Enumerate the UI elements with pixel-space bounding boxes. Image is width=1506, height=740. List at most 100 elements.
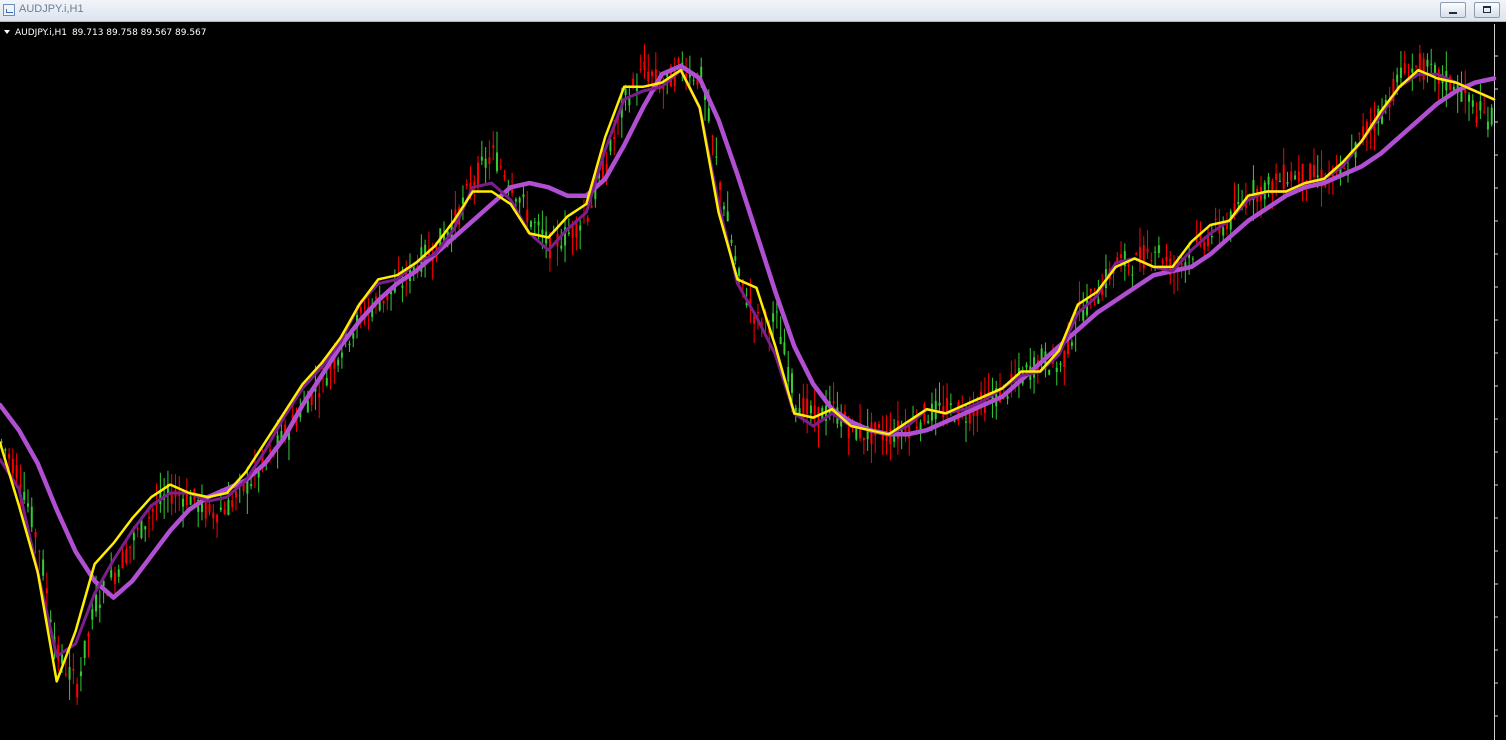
candle-body-bear: [223, 509, 226, 515]
candle-body-bull: [1059, 363, 1062, 365]
candle-body-bull: [461, 197, 464, 204]
candle-body-bull: [1267, 176, 1270, 185]
candle-body-bear: [170, 494, 173, 504]
candle-body-bull: [953, 420, 956, 422]
candle-body-bear: [1142, 245, 1145, 269]
candle-body-bear: [1312, 164, 1315, 177]
candle-body-bear: [216, 514, 219, 523]
restore-button[interactable]: [1474, 2, 1500, 18]
candle-body-bull: [1097, 298, 1100, 304]
candle-body-bull: [1316, 175, 1319, 178]
candle-body-bull: [1222, 227, 1225, 236]
candle-body-bear: [212, 512, 215, 519]
symbol-label: AUDJPY.i,H1: [15, 28, 67, 38]
candle-body-bull: [348, 343, 351, 346]
candle-body-bear: [382, 300, 385, 304]
candle-body-bear: [8, 453, 11, 459]
candle-body-bull: [91, 609, 94, 620]
candle-body-bear: [613, 136, 616, 140]
candle-body-bear: [359, 307, 362, 313]
candle-body-bear: [632, 78, 635, 86]
chart-area[interactable]: [0, 24, 1506, 740]
candle-body-bear: [590, 204, 593, 209]
candle-body-bull: [518, 197, 521, 203]
candle-body-bear: [1093, 304, 1096, 306]
candle-body-bull: [1210, 236, 1213, 238]
candle-body-bull: [730, 239, 733, 243]
ma-line-yellow: [0, 68, 1496, 683]
candle-body-bull: [715, 156, 718, 158]
candle-body-bull: [533, 221, 536, 223]
candle-body-bull: [514, 199, 517, 202]
candle-body-bull: [949, 403, 952, 406]
candle-body-bear: [235, 491, 238, 498]
candle-body-bull: [560, 245, 563, 249]
candle-body-bull: [1055, 367, 1058, 373]
candle-body-bull: [775, 311, 778, 313]
candle-body-bear: [121, 551, 124, 569]
candle-body-bear: [129, 546, 132, 548]
candle-body-bull: [340, 352, 343, 358]
candle-body-bull: [1154, 251, 1157, 253]
candle-body-bear: [231, 500, 234, 507]
candle-body-bear: [503, 174, 506, 178]
candle-body-bear: [756, 311, 759, 314]
candle-body-bear: [64, 673, 67, 675]
candle-body-bull: [1191, 258, 1194, 260]
candle-body-bull: [26, 503, 29, 507]
candle-body-bear: [1275, 173, 1278, 180]
candle-body-bull: [1468, 94, 1471, 102]
candle-body-bear: [1127, 264, 1130, 267]
candle-body-bear: [1309, 163, 1312, 180]
candle-body-bull: [722, 206, 725, 210]
candle-body-bull: [537, 221, 540, 226]
candle-body-bull: [734, 256, 737, 261]
candle-body-bull: [1396, 74, 1399, 83]
candle-body-bear: [499, 166, 502, 168]
candle-body-bull: [1426, 59, 1429, 67]
candle-body-bull: [783, 342, 786, 355]
candle-body-bull: [227, 499, 230, 515]
ohlc-values: 89.713 89.758 89.567 89.567: [71, 28, 207, 38]
candle-body-bull: [692, 79, 695, 81]
candle-body-bull: [1433, 64, 1436, 74]
candle-body-bear: [1343, 167, 1346, 170]
dropdown-triangle-icon[interactable]: [4, 30, 10, 34]
candle-body-bull: [1471, 100, 1474, 107]
candle-body-bear: [1161, 260, 1164, 264]
candle-body-bull: [707, 108, 710, 121]
candle-body-bear: [11, 458, 14, 474]
candle-body-bear: [148, 517, 151, 519]
price-chart[interactable]: [0, 24, 1506, 740]
candle-body-bear: [711, 135, 714, 137]
candle-body-bear: [113, 572, 116, 584]
candle-body-bull: [189, 496, 192, 505]
candle-body-bull: [30, 506, 33, 528]
candle-body-bull: [1006, 396, 1009, 399]
candle-body-bull: [495, 152, 498, 172]
candle-body-bull: [182, 498, 185, 507]
candle-body-bull: [1237, 201, 1240, 205]
price-scale: [1494, 24, 1506, 740]
minimize-button[interactable]: [1440, 2, 1466, 18]
window-title: AUDJPY.i,H1: [19, 3, 84, 15]
candle-body-bull: [787, 367, 790, 382]
candle-body-bear: [87, 633, 90, 637]
candle-body-bull: [964, 421, 967, 423]
chart-window-icon: [3, 4, 15, 16]
candle-body-bull: [855, 428, 858, 440]
candle-body-bear: [1146, 248, 1149, 253]
candle-body-bull: [98, 604, 101, 608]
candle-body-bear: [15, 465, 18, 479]
candle-body-bull: [1430, 63, 1433, 65]
candle-body-bull: [132, 533, 135, 541]
candle-body-bear: [492, 145, 495, 148]
candle-body-bull: [250, 484, 253, 487]
candle-body-bull: [1082, 309, 1085, 321]
candle-body-bull: [809, 405, 812, 414]
ma-line-purple: [0, 68, 1496, 658]
candle-body-bull: [1490, 107, 1493, 125]
candle-body-bear: [1135, 253, 1138, 255]
candle-body-bull: [530, 221, 533, 228]
candle-body-bear: [643, 61, 646, 70]
